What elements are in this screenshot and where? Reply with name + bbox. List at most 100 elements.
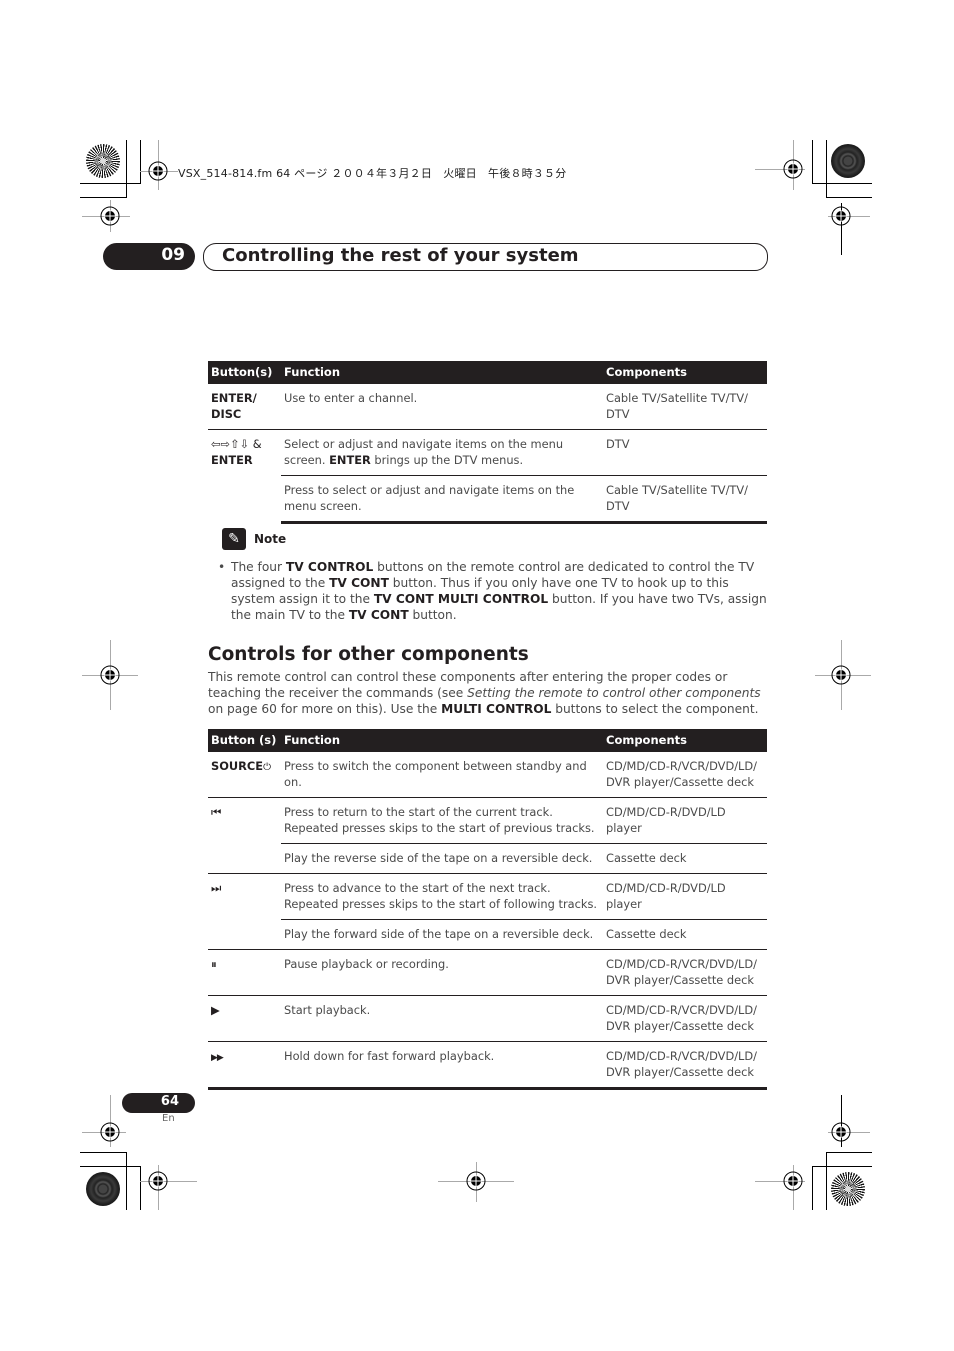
note-keyword: TV CONT [348, 608, 409, 622]
registration-mark-icon [148, 161, 168, 181]
power-icon: ⏻ [263, 762, 271, 773]
cross-reference-link[interactable]: Setting the remote to control other comp… [467, 686, 761, 700]
other-components-table: Button (s) Function Components SOURCE⏻ P… [208, 729, 767, 1090]
section-intro: This remote control can control these co… [208, 669, 770, 717]
table-row: ▶ Start playback. CD/MD/CD-R/VCR/DVD/LD/… [208, 995, 767, 1042]
function-cell: Select or adjust and navigate items on t… [281, 429, 603, 476]
registration-mark-icon [831, 665, 851, 685]
note-text-run: The four [231, 560, 286, 574]
registration-mark-icon [783, 1171, 803, 1191]
function-cell: Start playback. [281, 995, 603, 1042]
table-row: ⇦⇨⇧⇩ & ENTER Select or adjust and naviga… [208, 429, 767, 523]
components-cell: CD/MD/CD-R/VCR/DVD/LD/ DVR player/Casset… [606, 759, 758, 789]
section-title: Controls for other components [208, 644, 529, 665]
function-cell: Hold down for fast forward playback. [281, 1041, 603, 1090]
skip-next-icon: ⏭ [211, 881, 222, 895]
function-cell: Press to select or adjust and navigate i… [281, 475, 603, 524]
components-cell: Cable TV/Satellite TV/TV/ DTV [603, 475, 767, 524]
registration-mark-icon [466, 1171, 486, 1191]
registration-disc-icon [86, 1172, 120, 1206]
column-header-button: Button (s) [208, 729, 281, 752]
registration-mark-icon [148, 1171, 168, 1191]
chapter-title: Controlling the rest of your system [222, 245, 579, 266]
registration-mark-icon [100, 1122, 120, 1142]
registration-mark-icon [831, 206, 851, 226]
components-cell: Cassette deck [603, 919, 767, 950]
note-keyword: TV CONT [329, 576, 389, 590]
page-number: 64 [160, 1094, 179, 1109]
registration-mark-icon [783, 159, 803, 179]
function-keyword: ENTER [329, 453, 371, 467]
bullet: • [218, 560, 226, 574]
note-text: The four TV CONTROL buttons on the remot… [231, 559, 770, 623]
table-row: ▶▶ Hold down for fast forward playback. … [208, 1041, 767, 1090]
chapter-number: 09 [161, 245, 185, 265]
components-cell: CD/MD/CD-R/VCR/DVD/LD/ DVR player/Casset… [603, 1041, 767, 1090]
table-row: Play the forward side of the tape on a r… [208, 919, 767, 950]
function-text: brings up the DTV menus. [370, 453, 524, 467]
tv-control-table: Button(s) Function Components ENTER/ DIS… [208, 361, 767, 524]
page-language: En [162, 1113, 175, 1124]
button-label: ENTER [211, 453, 253, 467]
pause-icon: ⏸ [211, 957, 217, 971]
registration-disc-icon [831, 1172, 865, 1206]
components-cell: DTV [603, 429, 767, 476]
registration-mark-icon [100, 206, 120, 226]
play-icon: ▶ [211, 1003, 220, 1017]
column-header-components: Components [603, 361, 767, 384]
button-cell: ⏸ [208, 949, 281, 996]
components-cell: CD/MD/CD-R/DVD/LD player [603, 797, 767, 844]
registration-mark-icon [831, 1122, 851, 1142]
pencil-icon: ✎ [222, 528, 246, 550]
function-cell: Press to return to the start of the curr… [281, 797, 603, 844]
registration-mark-icon [100, 665, 120, 685]
table-row: ⏭ Press to advance to the start of the n… [208, 873, 767, 950]
function-cell: Play the reverse side of the tape on a r… [281, 843, 603, 874]
column-header-components: Components [603, 729, 767, 752]
button-label: SOURCE [211, 759, 264, 773]
components-cell: Cable TV/Satellite TV/TV/ DTV [606, 391, 748, 421]
table-row: ENTER/ DISC Use to enter a channel. Cabl… [208, 384, 767, 430]
intro-keyword: MULTI CONTROL [441, 702, 552, 716]
file-info-header: VSX_514-814.fm 64 ページ ２００４年３月２日 火曜日 午後８時… [178, 167, 567, 180]
fast-forward-icon: ▶▶ [211, 1053, 224, 1063]
components-cell: CD/MD/CD-R/DVD/LD player [603, 873, 767, 920]
registration-disc-icon [831, 144, 865, 178]
function-cell: Press to advance to the start of the nex… [281, 873, 603, 920]
table-row: ⏮ Press to return to the start of the cu… [208, 797, 767, 874]
note-keyword: TV CONTROL [285, 560, 374, 574]
button-cell: ▶▶ [208, 1041, 281, 1090]
table-row: ⏸ Pause playback or recording. CD/MD/CD-… [208, 949, 767, 996]
function-cell: Press to switch the component between st… [284, 759, 587, 789]
note-label: Note [254, 532, 287, 546]
function-cell: Pause playback or recording. [281, 949, 603, 996]
button-cell: ⏮ [208, 797, 281, 874]
chapter-title-box: Controlling the rest of your system [203, 243, 768, 271]
table-row: SOURCE⏻ Press to switch the component be… [208, 752, 767, 798]
skip-previous-icon: ⏮ [211, 805, 222, 819]
column-header-button: Button(s) [208, 361, 281, 384]
column-header-function: Function [281, 729, 603, 752]
function-cell: Use to enter a channel. [284, 391, 418, 405]
note-text-run: button. [408, 608, 457, 622]
table-header-row: Button (s) Function Components [208, 729, 767, 752]
table-row: Press to select or adjust and navigate i… [208, 475, 767, 524]
note-keyword: TV CONT MULTI CONTROL [373, 592, 549, 606]
note-body: • The four TV CONTROL buttons on the rem… [218, 559, 770, 623]
components-cell: CD/MD/CD-R/VCR/DVD/LD/ DVR player/Casset… [603, 995, 767, 1042]
table-header-row: Button(s) Function Components [208, 361, 767, 384]
components-cell: CD/MD/CD-R/VCR/DVD/LD/ DVR player/Casset… [603, 949, 767, 996]
intro-text: on page 60 for more on this). Use the [208, 702, 442, 716]
table-row: Play the reverse side of the tape on a r… [208, 843, 767, 874]
function-cell: Play the forward side of the tape on a r… [281, 919, 603, 950]
button-cell: ENTER/ DISC [211, 391, 257, 421]
column-header-function: Function [281, 361, 603, 384]
button-cell: ⇦⇨⇧⇩ & ENTER [208, 429, 281, 523]
button-cell: SOURCE⏻ [208, 752, 281, 798]
button-cell: ▶ [208, 995, 281, 1042]
registration-disc-icon [86, 144, 120, 178]
arrow-keys-icon: ⇦⇨⇧⇩ & [211, 437, 262, 451]
components-cell: Cassette deck [603, 843, 767, 874]
intro-text: buttons to select the component. [551, 702, 759, 716]
page-number-badge: 64 [122, 1093, 195, 1113]
